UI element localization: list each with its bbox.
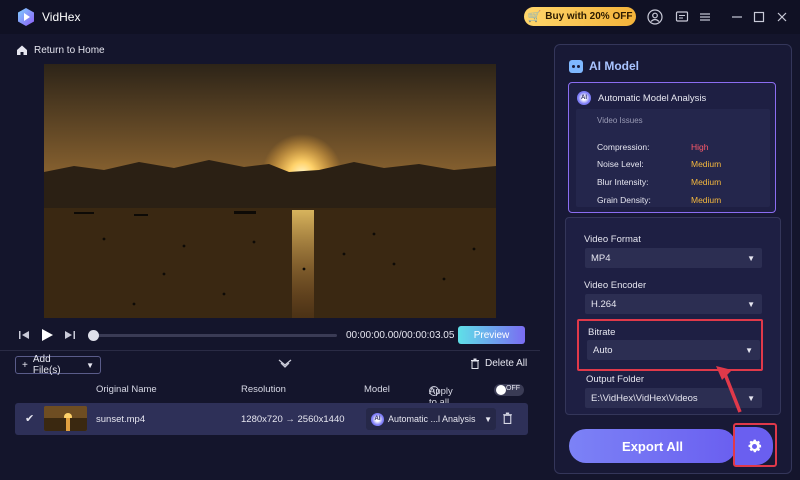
divider (0, 350, 540, 351)
delete-all-label: Delete All (485, 358, 528, 369)
trash-icon (471, 358, 479, 369)
resolution-to: 2560x1440 (297, 414, 345, 425)
next-frame-icon[interactable] (64, 329, 76, 341)
ai-model-title: AI Model (589, 59, 639, 73)
model-dropdown[interactable]: AI Automatic ...l Analysis ▼ (366, 408, 496, 430)
preview-button[interactable]: Preview (458, 326, 525, 344)
file-name: sunset.mp4 (96, 414, 146, 425)
output-folder-select[interactable]: E:\VidHex\VidHex\Videos ▼ (585, 388, 762, 408)
arrow-right-icon: → (285, 414, 298, 425)
model-value: Automatic ...l Analysis (388, 414, 476, 424)
video-format-label: Video Format (584, 234, 641, 245)
issue-grain-value: Medium (691, 195, 722, 205)
chevron-down-icon: ▼ (747, 253, 755, 263)
export-settings-card: Video Format MP4 ▼ Video Encoder H.264 ▼… (565, 217, 781, 415)
play-icon[interactable] (40, 328, 54, 342)
menu-icon[interactable] (697, 9, 713, 25)
close-icon[interactable] (774, 9, 790, 25)
feedback-icon[interactable] (674, 9, 690, 25)
bitrate-highlight-box (577, 319, 763, 371)
return-label: Return to Home (34, 44, 105, 56)
previous-frame-icon[interactable] (18, 329, 30, 341)
export-all-button[interactable]: Export All (569, 429, 736, 463)
col-original-name: Original Name (96, 384, 157, 395)
col-model: Model (364, 384, 390, 395)
analysis-title: Automatic Model Analysis (598, 92, 707, 104)
maximize-icon[interactable] (751, 9, 767, 25)
issue-noise-label: Noise Level: (597, 159, 644, 169)
toggle-state-label: OFF (506, 385, 520, 392)
toggle-knob (496, 385, 506, 395)
file-row[interactable]: ✔ sunset.mp4 1280x720 → 2560x1440 AI Aut… (15, 403, 528, 435)
chevron-down-icon: ▼ (747, 393, 755, 403)
vidhex-logo-icon (18, 8, 34, 26)
ai-model-icon: AI (371, 412, 384, 426)
file-list-toolbar: + Add File(s) ▼ Delete All (0, 352, 540, 378)
analysis-header: AI Automatic Model Analysis (577, 91, 706, 105)
app-title: VidHex (42, 10, 81, 24)
player-controls: 00:00:00.00/00:00:03.05 Preview (0, 320, 540, 350)
video-format-value: MP4 (591, 252, 611, 264)
return-to-home-link[interactable]: Return to Home (16, 44, 105, 56)
video-thumbnail (44, 406, 87, 431)
chevron-down-icon: ▼ (484, 414, 492, 424)
apply-to-all-toggle[interactable]: OFF (494, 384, 524, 396)
video-preview (44, 64, 496, 318)
robot-icon (569, 59, 583, 73)
issue-grain-label: Grain Density: (597, 195, 651, 205)
video-encoder-label: Video Encoder (584, 280, 647, 291)
delete-all-button[interactable]: Delete All (470, 358, 527, 369)
video-format-select[interactable]: MP4 ▼ (585, 248, 762, 268)
issue-blur-value: Medium (691, 177, 722, 187)
add-files-label: Add File(s) (32, 354, 61, 376)
plus-icon: + (22, 359, 28, 371)
buy-discount-button[interactable]: 🛒 Buy with 20% OFF (524, 7, 636, 26)
file-list-header: Original Name Resolution Model Apply to … (0, 382, 540, 408)
resolution-from: 1280x720 (241, 414, 283, 425)
col-resolution: Resolution (241, 384, 286, 395)
buy-label: Buy with 20% OFF (545, 11, 633, 22)
progress-handle[interactable] (88, 330, 99, 341)
chevron-down-icon[interactable]: ▼ (86, 361, 94, 370)
video-encoder-value: H.264 (591, 298, 617, 310)
ai-model-icon: AI (577, 91, 591, 105)
progress-bar[interactable] (88, 330, 337, 341)
cart-icon: 🛒 (527, 11, 542, 23)
collapse-chevron-icon[interactable] (278, 358, 292, 370)
chevron-down-icon: ▼ (747, 299, 755, 309)
resolution-value: 1280x720 → 2560x1440 (241, 414, 345, 425)
minimize-icon[interactable] (729, 9, 745, 25)
issue-blur-label: Blur Intensity: (597, 177, 649, 187)
video-encoder-select[interactable]: H.264 ▼ (585, 294, 762, 314)
issue-compression-value: High (691, 142, 709, 152)
timecode: 00:00:00.00/00:00:03.05 (346, 330, 455, 341)
checkmark-icon[interactable]: ✔ (25, 412, 34, 425)
ai-model-heading: AI Model (569, 59, 639, 73)
gear-highlight-box (733, 423, 777, 467)
issue-compression-label: Compression: (597, 142, 650, 152)
output-folder-label: Output Folder (586, 374, 645, 385)
ai-model-panel: AI Model AI Automatic Model Analysis Vid… (554, 44, 792, 474)
info-icon[interactable]: i (429, 386, 439, 396)
user-icon[interactable] (647, 9, 663, 25)
issue-noise-value: Medium (691, 159, 722, 169)
trash-icon[interactable] (502, 412, 513, 424)
title-bar: VidHex 🛒 Buy with 20% OFF (0, 0, 800, 34)
output-folder-value: E:\VidHex\VidHex\Videos (591, 392, 698, 404)
video-issues-label: Video Issues (597, 116, 643, 125)
home-icon (17, 45, 27, 55)
add-files-button[interactable]: + Add File(s) ▼ (15, 354, 101, 376)
